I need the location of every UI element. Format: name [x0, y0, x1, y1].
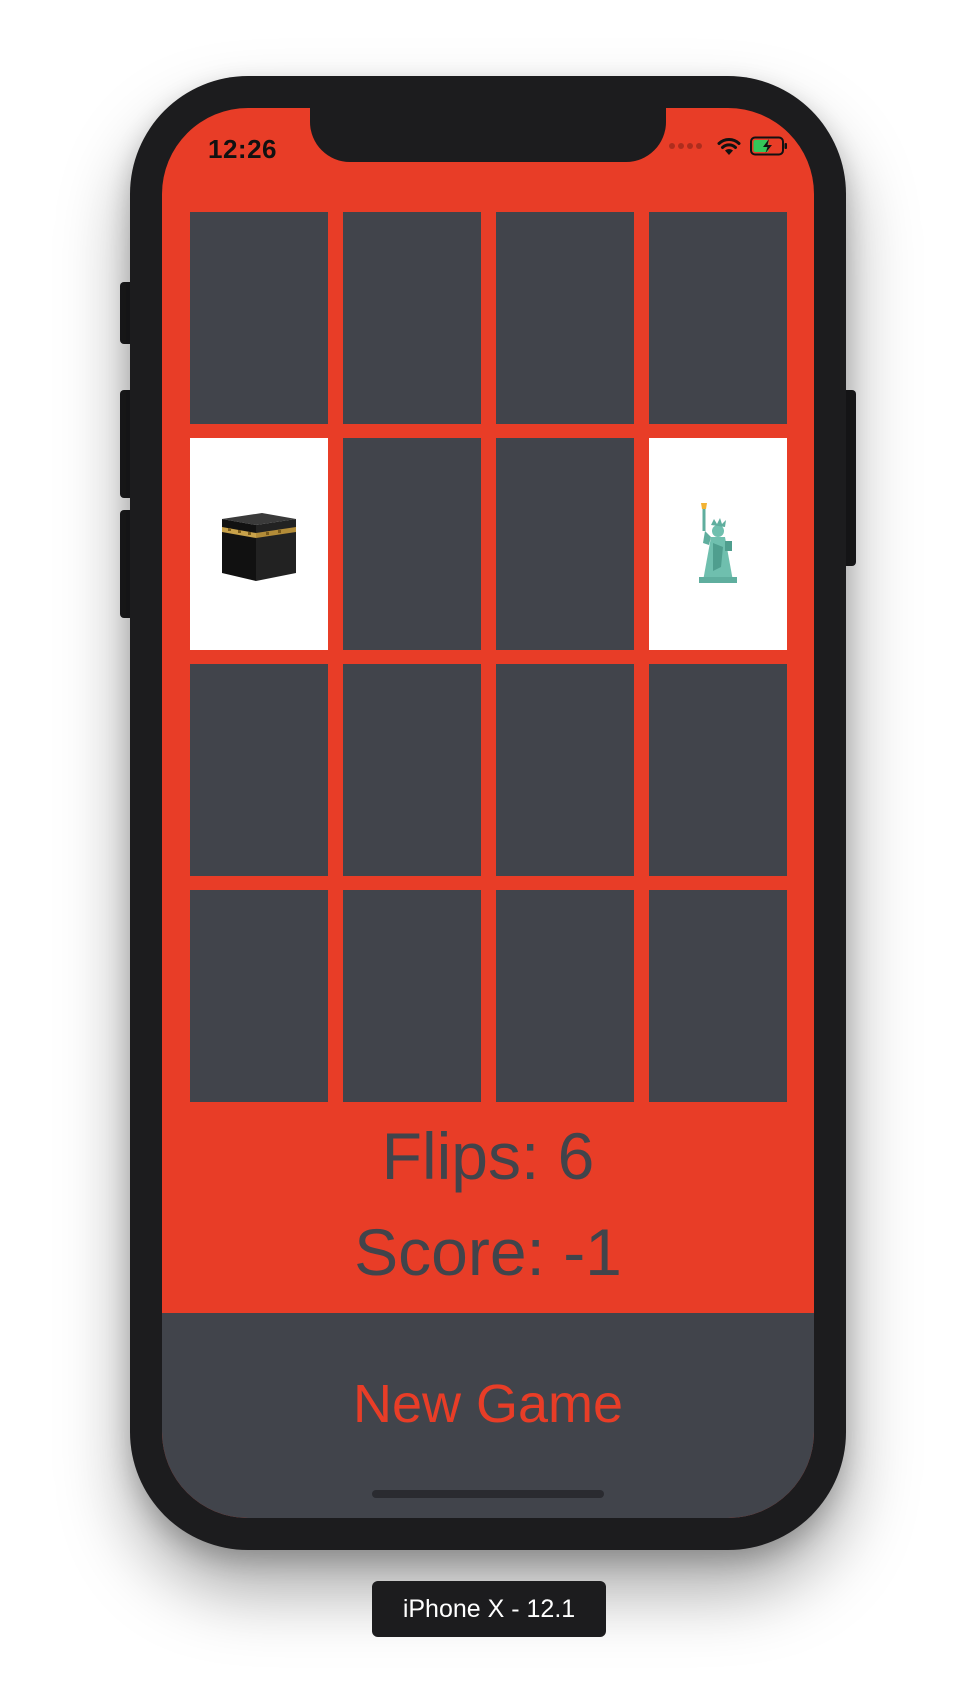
card-8[interactable]	[190, 664, 328, 876]
score-label: Score: -1	[354, 1215, 622, 1289]
card-5[interactable]	[343, 438, 481, 650]
card-12[interactable]	[190, 890, 328, 1102]
signal-dots-icon	[669, 143, 702, 149]
kaaba-icon	[214, 497, 304, 592]
card-grid	[190, 212, 787, 1102]
home-indicator	[372, 1490, 604, 1498]
card-6[interactable]	[496, 438, 634, 650]
battery-charging-icon	[750, 136, 788, 156]
card-11[interactable]	[649, 664, 787, 876]
card-4[interactable]	[190, 438, 328, 650]
app-screen: 12:26 Flips: 6 Score: -1 New Game	[162, 108, 814, 1518]
simulator-stage: 12:26 Flips: 6 Score: -1 New Game iPhone…	[0, 0, 976, 1700]
status-time: 12:26	[208, 134, 277, 164]
statue-of-liberty-icon	[673, 497, 763, 592]
card-15[interactable]	[649, 890, 787, 1102]
card-0[interactable]	[190, 212, 328, 424]
card-14[interactable]	[496, 890, 634, 1102]
card-2[interactable]	[496, 212, 634, 424]
card-7[interactable]	[649, 438, 787, 650]
status-icons	[669, 136, 788, 156]
card-9[interactable]	[343, 664, 481, 876]
flips-label: Flips: 6	[381, 1119, 595, 1193]
card-3[interactable]	[649, 212, 787, 424]
new-game-button[interactable]: New Game	[162, 1373, 814, 1435]
bottom-bar: New Game	[162, 1313, 814, 1518]
card-13[interactable]	[343, 890, 481, 1102]
notch	[310, 108, 666, 162]
card-10[interactable]	[496, 664, 634, 876]
card-1[interactable]	[343, 212, 481, 424]
device-label: iPhone X - 12.1	[372, 1581, 606, 1637]
wifi-icon	[716, 136, 742, 156]
